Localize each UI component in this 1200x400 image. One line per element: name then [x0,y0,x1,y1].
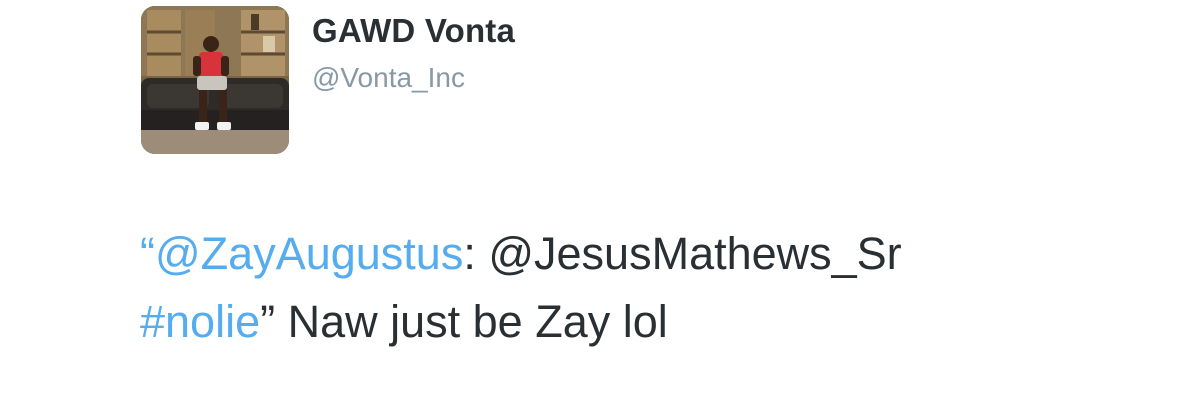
tweet-text: “@ZayAugustus: @JesusMathews_Sr #nolie” … [140,220,1160,356]
tweet-line-1: “@ZayAugustus: @JesusMathews_Sr [140,220,1160,288]
tweet-line-2: #nolie” Naw just be Zay lol [140,288,1160,356]
open-quote: “ [140,228,155,279]
tweet-card: GAWD Vonta @Vonta_Inc “@ZayAugustus: @Je… [0,0,1200,400]
avatar-photo [141,6,289,154]
colon-text: : [463,228,489,279]
hashtag-link[interactable]: #nolie [140,296,260,347]
tweet-body-text: ” Naw just be Zay lol [260,296,668,347]
mention-text: @JesusMathews_Sr [488,228,902,279]
display-name[interactable]: GAWD Vonta [312,12,515,50]
user-handle[interactable]: @Vonta_Inc [312,62,465,94]
mention-link[interactable]: @ZayAugustus [155,228,463,279]
avatar[interactable] [141,6,289,154]
